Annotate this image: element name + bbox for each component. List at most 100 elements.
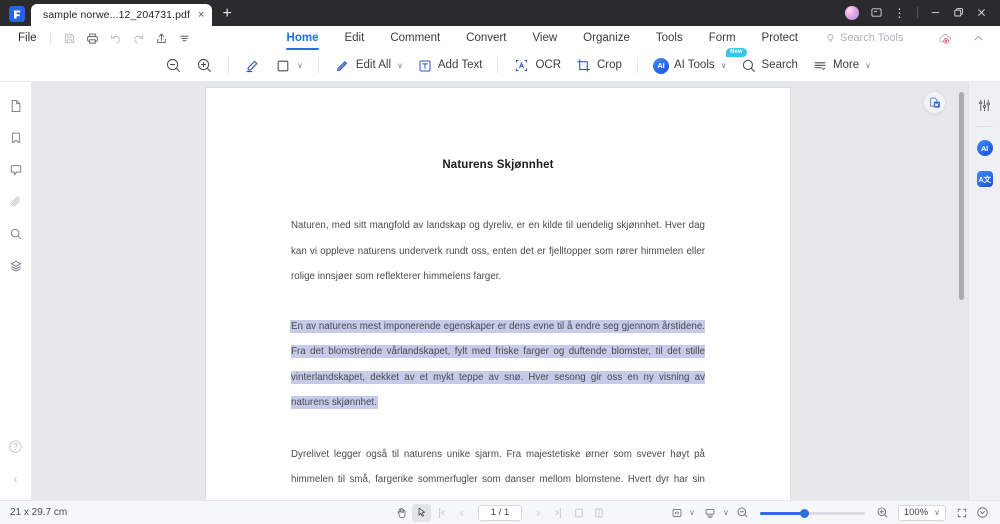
zoom-slider-handle[interactable]	[799, 508, 809, 518]
undo-icon[interactable]	[104, 28, 127, 48]
search-panel-icon[interactable]	[2, 218, 30, 250]
toolbar-divider-4	[636, 58, 638, 73]
ribbon-tab-organize[interactable]: Organize	[570, 30, 643, 47]
layers-icon[interactable]	[2, 250, 30, 282]
title-bar: sample norwe...12_204731.pdf × + ⋮	[0, 0, 1000, 26]
page-fit-icon	[667, 504, 686, 522]
ribbon-tab-edit[interactable]: Edit	[331, 30, 377, 47]
print-icon[interactable]	[81, 28, 104, 48]
collapse-ribbon-icon[interactable]	[967, 28, 990, 48]
ai-tools-button[interactable]: AI AI Tools ∨ New	[646, 47, 747, 78]
page-number-input[interactable]: 1 / 1	[478, 504, 522, 521]
tab-close-icon[interactable]: ×	[196, 9, 206, 21]
more-options-icon[interactable]	[973, 504, 992, 522]
zoom-slider[interactable]	[759, 506, 865, 520]
bookmarks-icon[interactable]	[2, 122, 30, 154]
rectangle-icon	[277, 60, 289, 71]
collapse-sidebar-button[interactable]: ‹	[2, 462, 30, 494]
hand-tool-icon[interactable]	[392, 504, 411, 522]
ai-assistant-icon[interactable]: AI	[972, 135, 998, 161]
zoom-controls: ∨ ∨ 100% ∨	[665, 504, 992, 522]
zoom-out-button[interactable]	[158, 54, 189, 78]
ribbon-tab-protect[interactable]: Protect	[749, 30, 811, 47]
crop-button[interactable]: Crop	[568, 54, 629, 78]
fullscreen-icon[interactable]	[952, 504, 971, 522]
customize-toolbar-icon[interactable]	[173, 28, 196, 48]
ribbon-tab-home[interactable]: Home	[274, 30, 332, 50]
cloud-sync-error-icon[interactable]	[934, 28, 957, 48]
ribbon-tab-view[interactable]: View	[519, 30, 570, 47]
share-icon[interactable]	[150, 28, 173, 48]
page-fit-button[interactable]: ∨	[665, 504, 697, 522]
select-tool-icon[interactable]	[412, 503, 431, 522]
last-page-button[interactable]: ›|	[549, 504, 568, 522]
more-button[interactable]: More ∨	[805, 54, 878, 78]
document-paragraph-2-highlighted[interactable]: En av naturens mest imponerende egenskap…	[291, 314, 705, 416]
add-text-label: Add Text	[437, 58, 483, 71]
save-icon[interactable]	[58, 28, 81, 48]
add-text-button[interactable]: Add Text	[410, 54, 490, 78]
document-paragraph-1: Naturen, med sitt mangfold av landskap o…	[291, 213, 705, 290]
thumbnails-icon[interactable]	[2, 90, 30, 122]
next-page-button[interactable]: ›	[529, 504, 548, 522]
main-body: ‹ Naturens Skjønnhet Naturen, med sitt m…	[0, 82, 1000, 500]
attachments-icon[interactable]	[2, 186, 30, 218]
zoom-in-status-button[interactable]	[873, 504, 892, 522]
ribbon-tab-form[interactable]: Form	[696, 30, 749, 47]
lightbulb-icon	[827, 33, 834, 42]
ribbon-tab-tools[interactable]: Tools	[643, 30, 696, 47]
facing-page-view-icon[interactable]	[589, 504, 608, 522]
help-icon[interactable]	[2, 430, 30, 462]
search-button[interactable]: Search	[734, 54, 805, 78]
ocr-label: OCR	[535, 58, 561, 71]
overflow-menu-icon[interactable]: ⋮	[889, 4, 910, 21]
zoom-in-button[interactable]	[189, 54, 220, 78]
side-panel-toggle-icon[interactable]	[866, 4, 887, 21]
redo-icon[interactable]	[127, 28, 150, 48]
document-viewport[interactable]: Naturens Skjønnhet Naturen, med sitt man…	[32, 82, 968, 500]
user-avatar[interactable]	[845, 5, 859, 20]
translate-icon[interactable]: A文	[972, 166, 998, 192]
page-layout-chevron-down-icon[interactable]: ∨	[723, 508, 729, 517]
document-page[interactable]: Naturens Skjønnhet Naturen, med sitt man…	[206, 88, 790, 500]
menu-file[interactable]: File	[12, 32, 43, 44]
search-tools-button[interactable]: Search Tools	[825, 32, 903, 44]
page-dimensions-label: 21 x 29.7 cm	[10, 507, 68, 518]
close-button[interactable]	[971, 4, 992, 21]
page-layout-button[interactable]: ∨	[699, 504, 731, 522]
new-tab-button[interactable]: +	[212, 6, 239, 26]
previous-page-button[interactable]: ‹	[452, 504, 471, 522]
ribbon-tab-comment[interactable]: Comment	[377, 30, 453, 47]
zoom-out-status-button[interactable]	[733, 504, 752, 522]
comments-icon[interactable]	[2, 154, 30, 186]
single-page-view-icon[interactable]	[569, 504, 588, 522]
more-chevron-down-icon[interactable]: ∨	[865, 61, 871, 70]
first-page-button[interactable]: |‹	[432, 504, 451, 522]
shape-button[interactable]: ∨	[268, 54, 310, 78]
shape-chevron-down-icon[interactable]: ∨	[297, 61, 303, 70]
convert-to-word-icon[interactable]	[923, 91, 946, 114]
crop-icon	[577, 59, 591, 72]
ai-tools-chevron-down-icon[interactable]: ∨	[721, 61, 727, 70]
ocr-button[interactable]: OCR	[506, 54, 568, 78]
ribbon-tab-convert[interactable]: Convert	[453, 30, 519, 47]
zoom-level-select[interactable]: 100% ∨	[897, 504, 946, 521]
edit-all-chevron-down-icon[interactable]: ∨	[397, 61, 403, 70]
window-controls: ⋮	[845, 4, 1000, 26]
minimize-button[interactable]	[925, 4, 946, 21]
zoom-out-icon	[166, 58, 180, 72]
add-text-icon	[419, 60, 431, 71]
properties-sliders-icon[interactable]	[972, 92, 998, 118]
menu-bar: File Home Edit Comment Convert View Orga…	[0, 26, 1000, 50]
ai-tools-new-badge: New	[726, 47, 747, 58]
vertical-scrollbar[interactable]	[959, 92, 964, 300]
crop-label: Crop	[597, 58, 622, 71]
highlight-button[interactable]	[237, 54, 268, 78]
edit-all-button[interactable]: Edit All ∨	[327, 54, 410, 78]
zoom-chevron-down-icon[interactable]: ∨	[934, 508, 940, 517]
right-sidebar: AI A文	[968, 82, 1000, 500]
document-tab[interactable]: sample norwe...12_204731.pdf ×	[31, 4, 213, 26]
page-fit-chevron-down-icon[interactable]: ∨	[689, 508, 695, 517]
maximize-button[interactable]	[948, 4, 969, 21]
menubar-right-group	[934, 28, 990, 48]
